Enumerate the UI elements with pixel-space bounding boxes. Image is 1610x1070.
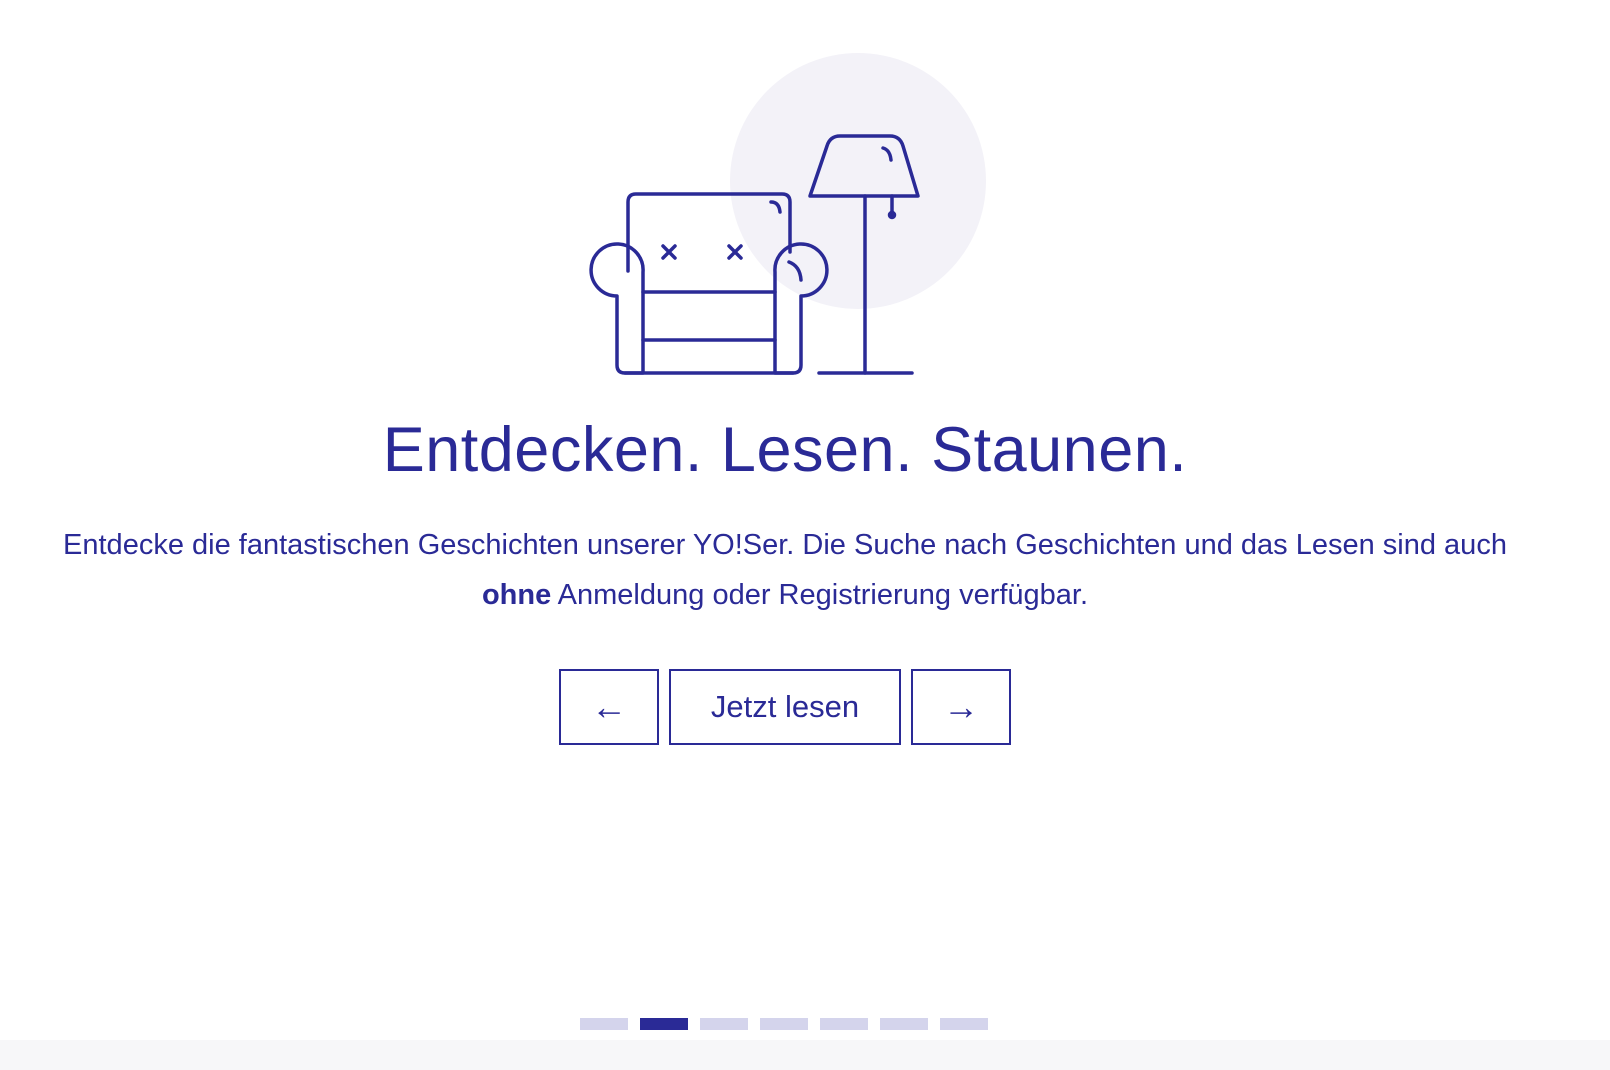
arrow-right-icon: → bbox=[943, 686, 979, 727]
pagination-dot-7[interactable] bbox=[940, 1018, 988, 1030]
page-title: Entdecken. Lesen. Staunen. bbox=[382, 415, 1188, 485]
next-button[interactable]: → bbox=[911, 669, 1011, 745]
pagination-dot-6[interactable] bbox=[880, 1018, 928, 1030]
description-part-2: Anmeldung oder Registrierung verfügbar. bbox=[551, 579, 1089, 611]
pagination-dot-2[interactable] bbox=[640, 1018, 688, 1030]
footer-strip bbox=[0, 1040, 1610, 1070]
carousel-slide: Entdecken. Lesen. Staunen. Entdecke die … bbox=[0, 0, 1610, 1070]
armchair-lamp-illustration bbox=[560, 40, 1000, 380]
previous-button[interactable]: ← bbox=[559, 669, 659, 745]
description-emphasis: ohne bbox=[481, 579, 552, 611]
background-circle bbox=[730, 53, 986, 309]
pagination-dot-5[interactable] bbox=[820, 1018, 868, 1030]
pagination-dot-3[interactable] bbox=[700, 1018, 748, 1030]
slide-controls: ← Jetzt lesen → bbox=[559, 669, 1011, 745]
carousel-pagination bbox=[580, 1018, 988, 1030]
pagination-dot-1[interactable] bbox=[580, 1018, 628, 1030]
arrow-left-icon: ← bbox=[591, 686, 627, 727]
description-part-1: Entdecke die fantastischen Geschichten u… bbox=[63, 529, 1507, 561]
pagination-dot-4[interactable] bbox=[760, 1018, 808, 1030]
read-now-button[interactable]: Jetzt lesen bbox=[669, 669, 901, 745]
description-text: Entdecke die fantastischen Geschichten u… bbox=[60, 520, 1510, 620]
